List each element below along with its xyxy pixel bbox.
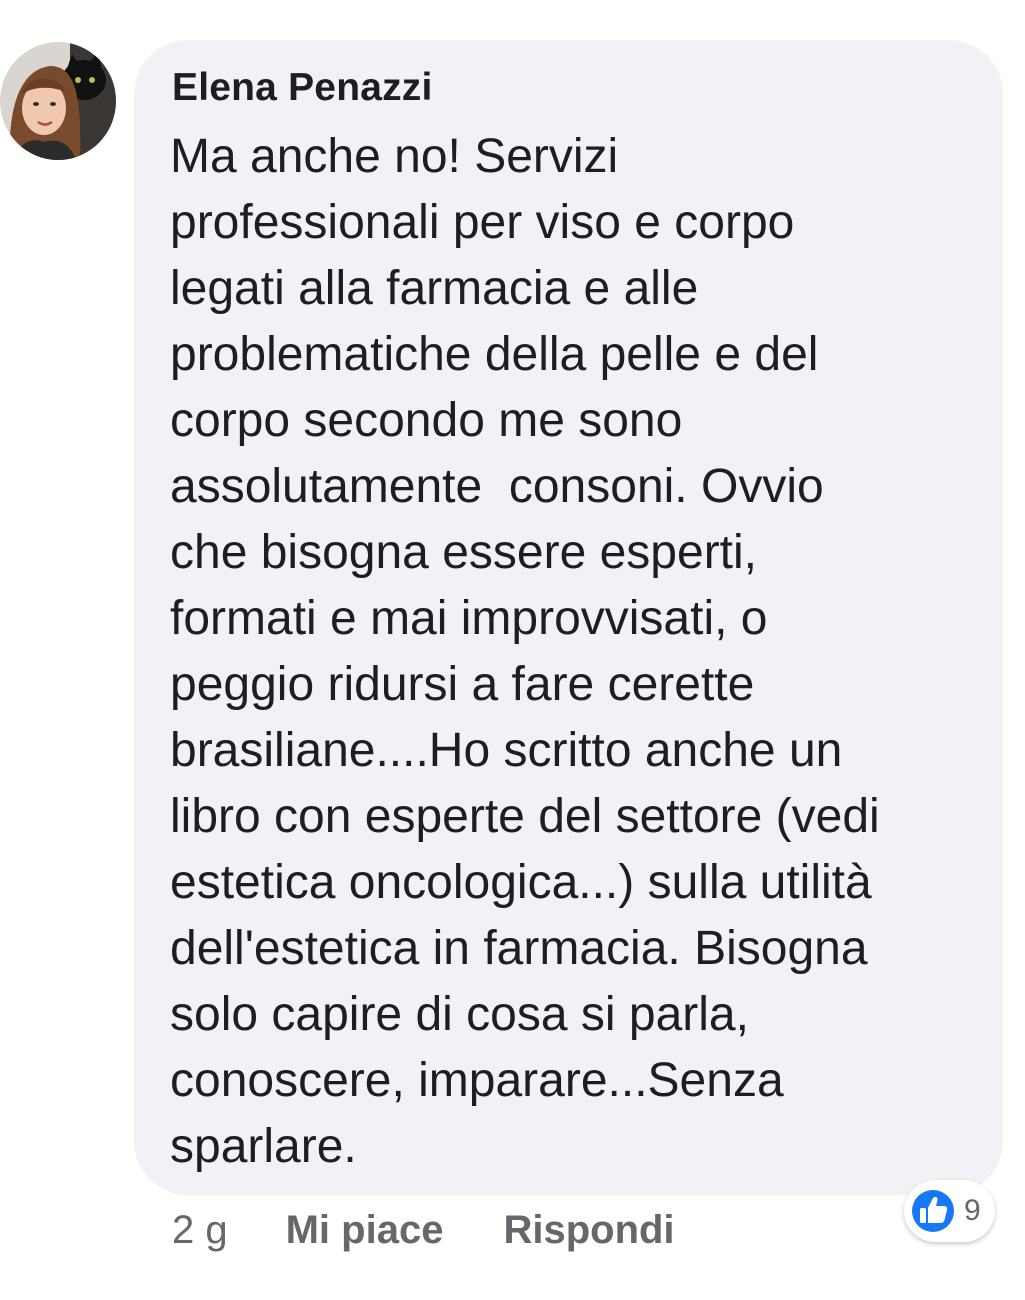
reply-button[interactable]: Rispondi [503,1208,674,1253]
comment-timestamp[interactable]: 2 g [172,1208,228,1253]
comment-text-line: libro con esperte del settore (vedi [170,790,880,843]
comment-text-line: assolutamente consoni. Ovvio [170,460,824,513]
comment-text-line: solo capire di cosa si parla, [170,988,749,1041]
comment-text-line: peggio ridursi a fare cerette [170,658,755,711]
comment-text-line: dell'estetica in farmacia. Bisogna [170,922,868,975]
comment-text-line: corpo secondo me sono [170,394,683,447]
comment-text-line: estetica oncologica...) sulla utilità [170,856,872,909]
like-button[interactable]: Mi piace [286,1208,444,1253]
comment-text-line: formati e mai improvvisati, o [170,592,768,645]
comment-text-line: conoscere, imparare...Senza [170,1054,784,1107]
comment-actions: 2 g Mi piace Rispondi [172,1200,735,1260]
comment-text-line: legati alla farmacia e alle [170,262,699,315]
comment-text-line: Ma anche no! Servizi [170,130,619,183]
reaction-count: 9 [964,1194,981,1227]
comment-text: Ma anche no! Servizi professionali per v… [170,124,985,1180]
comment-text-line: brasiliane....Ho scritto anche un [170,724,843,777]
comment-text-line: sparlare. [170,1120,357,1173]
reaction-summary[interactable]: 9 [904,1180,995,1242]
like-icon [908,1186,958,1236]
comment-text-line: che bisogna essere esperti, [170,526,758,579]
avatar[interactable] [0,42,116,160]
comment-text-line: problematiche della pelle e del [170,328,819,381]
comment-author-name[interactable]: Elena Penazzi [172,66,433,110]
comment-text-line: professionali per viso e corpo [170,196,795,249]
